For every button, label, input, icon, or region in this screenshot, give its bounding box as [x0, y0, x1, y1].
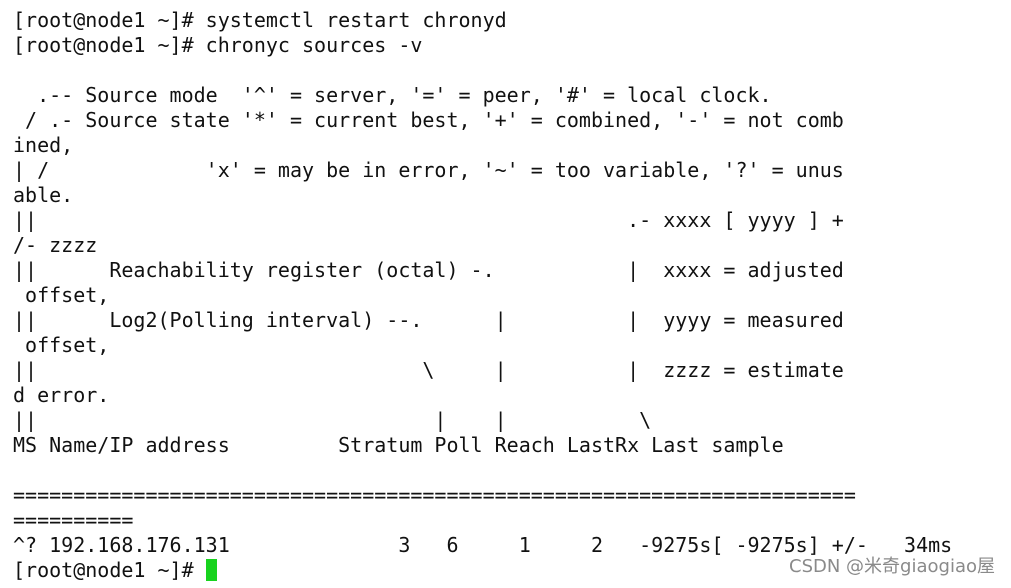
- terminal-line: /- zzzz: [13, 233, 98, 257]
- terminal-line: MS Name/IP address Stratum Poll Reach La…: [13, 433, 784, 457]
- terminal-line: able.: [13, 183, 74, 207]
- terminal-line: .-- Source mode '^' = server, '=' = peer…: [13, 83, 772, 107]
- terminal-line: offset,: [13, 283, 110, 307]
- terminal-line: | / 'x' = may be in error, '~' = too var…: [13, 158, 844, 182]
- terminal-line: [root@node1 ~]# systemctl restart chrony…: [13, 8, 507, 32]
- terminal-line: offset,: [13, 333, 110, 357]
- terminal-line: || \ | | zzzz = estimate: [13, 358, 844, 382]
- terminal-line: / .- Source state '*' = current best, '+…: [13, 108, 844, 132]
- terminal-line: || Reachability register (octal) -. | xx…: [13, 258, 844, 282]
- terminal-line: ==========: [13, 508, 134, 532]
- shell-prompt: [root@node1 ~]#: [13, 558, 206, 582]
- terminal-line: || | | \: [13, 408, 652, 432]
- terminal-line: ========================================…: [13, 483, 856, 507]
- terminal-line: ined,: [13, 133, 74, 157]
- terminal-line: || .- xxxx [ yyyy ] +: [13, 208, 844, 232]
- terminal-line: [root@node1 ~]# chronyc sources -v: [13, 33, 423, 57]
- watermark: CSDN @米奇giaogiao屋: [789, 556, 995, 577]
- terminal-output: [root@node1 ~]# systemctl restart chrony…: [13, 8, 1011, 583]
- terminal-line: d error.: [13, 383, 110, 407]
- terminal-line: || Log2(Polling interval) --. | | yyyy =…: [13, 308, 844, 332]
- text-cursor: [205, 559, 217, 581]
- terminal-window[interactable]: [root@node1 ~]# systemctl restart chrony…: [0, 0, 1011, 588]
